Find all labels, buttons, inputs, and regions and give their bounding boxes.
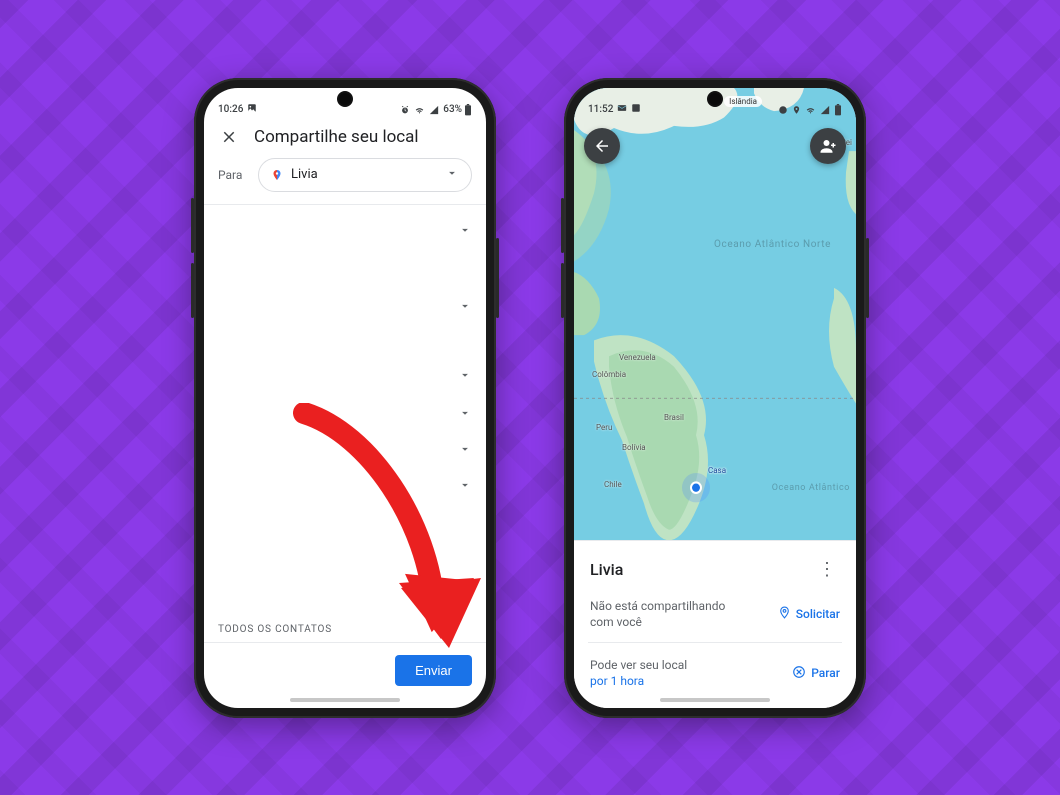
list-item[interactable] <box>218 205 472 259</box>
battery-icon <box>464 104 472 116</box>
alarm-icon <box>400 105 410 115</box>
status-image-icon <box>631 103 641 116</box>
recipient-name: Livia <box>291 167 437 182</box>
stop-circle-icon <box>792 665 806 682</box>
close-button[interactable] <box>218 126 240 148</box>
page-title: Compartilhe seu local <box>254 127 419 147</box>
volume-down-button[interactable] <box>191 263 194 318</box>
contacts-heading: TODOS OS CONTATOS <box>218 624 332 635</box>
signal-icon <box>429 105 439 115</box>
duration-label: por 1 hora <box>590 674 644 688</box>
back-button[interactable] <box>584 128 620 164</box>
divider <box>588 642 842 643</box>
chevron-down-icon <box>458 441 472 460</box>
send-button[interactable]: Enviar <box>395 655 472 686</box>
country-label: Chile <box>604 480 622 489</box>
country-label: Brasil <box>664 413 684 422</box>
status-time: 11:52 <box>588 104 613 115</box>
volume-up-button[interactable] <box>561 198 564 253</box>
status-image-icon <box>247 103 257 116</box>
recipient-chip[interactable]: Livia <box>258 158 472 192</box>
not-sharing-text: Não está compartilhando com você <box>590 598 725 630</box>
chevron-down-icon <box>458 405 472 424</box>
request-label: Solicitar <box>796 607 840 621</box>
add-person-button[interactable] <box>810 128 846 164</box>
nav-handle[interactable] <box>660 698 770 702</box>
ocean-label: Oceano Atlântico <box>772 483 850 495</box>
home-label: Casa <box>708 466 726 475</box>
status-time: 10:26 <box>218 104 243 115</box>
stop-label: Parar <box>811 666 840 680</box>
nav-handle[interactable] <box>290 698 400 702</box>
nfc-icon <box>778 105 788 115</box>
power-button[interactable] <box>496 238 499 318</box>
wifi-icon <box>805 105 816 115</box>
camera-hole <box>709 93 721 105</box>
divider <box>204 642 486 643</box>
country-label: Venezuela <box>619 353 656 362</box>
location-pin-icon <box>778 605 791 623</box>
contact-name: Livia <box>590 560 623 579</box>
more-button[interactable]: ⋮ <box>814 555 840 584</box>
list-item[interactable] <box>218 281 472 335</box>
map-area[interactable]: 11:52 <box>574 88 856 540</box>
location-icon <box>792 105 801 115</box>
phone-left: 10:26 63% <box>194 78 496 718</box>
signal-icon <box>820 105 830 115</box>
power-button[interactable] <box>866 238 869 318</box>
can-see-label: Pode ver seu local <box>590 658 687 672</box>
wifi-icon <box>414 105 425 115</box>
chevron-down-icon <box>458 477 472 496</box>
list-item[interactable] <box>218 357 472 397</box>
country-label: Colômbia <box>592 370 626 379</box>
chevron-down-icon <box>458 222 472 241</box>
country-label: Bolívia <box>622 443 646 452</box>
chevron-down-icon <box>458 298 472 317</box>
volume-up-button[interactable] <box>191 198 194 253</box>
chevron-down-icon <box>445 165 459 184</box>
battery-percent: 63% <box>443 104 462 115</box>
bottom-card: Livia ⋮ Não está compartilhando com você… <box>574 540 856 708</box>
to-label: Para <box>218 168 248 182</box>
battery-icon <box>834 104 842 116</box>
list-item[interactable] <box>218 433 472 469</box>
request-button[interactable]: Solicitar <box>778 605 840 623</box>
list-item[interactable] <box>218 469 472 505</box>
country-label: Peru <box>596 423 612 432</box>
maps-pin-icon <box>271 167 283 183</box>
can-see-text: Pode ver seu local por 1 hora <box>590 657 687 689</box>
ocean-label: Oceano Atlântico Norte <box>714 238 831 251</box>
camera-hole <box>339 93 351 105</box>
status-mail-icon <box>617 103 627 116</box>
chevron-down-icon <box>458 367 472 386</box>
phone-right: 11:52 <box>564 78 866 718</box>
list-item[interactable] <box>218 397 472 433</box>
stop-button[interactable]: Parar <box>792 665 840 682</box>
volume-down-button[interactable] <box>561 263 564 318</box>
